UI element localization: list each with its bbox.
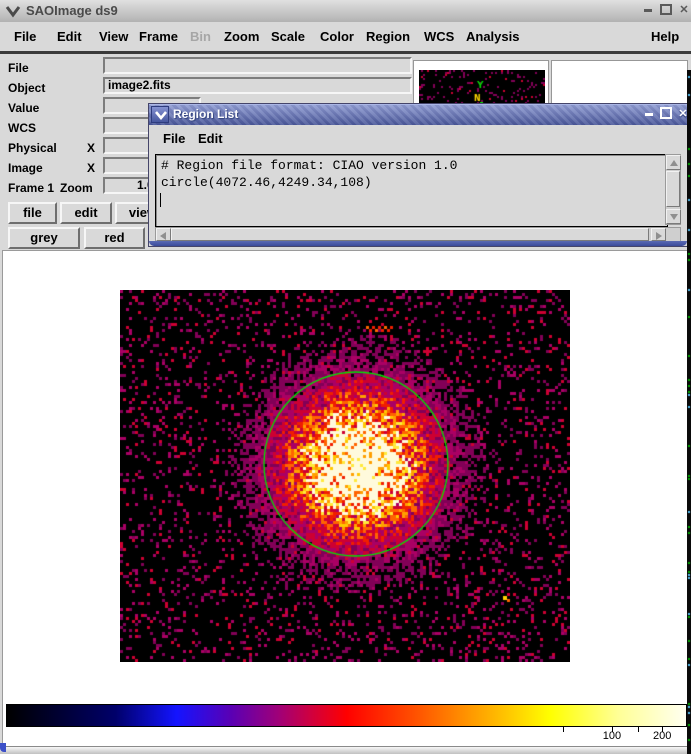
info-label-object: Object <box>8 80 45 96</box>
menu-frame[interactable]: Frame <box>139 22 178 51</box>
button-edit[interactable]: edit <box>60 202 112 224</box>
dialog-bottom-accent <box>149 241 687 246</box>
window-menu-chevron-icon[interactable] <box>5 4 21 18</box>
menu-scale[interactable]: Scale <box>271 22 305 51</box>
button-grey[interactable]: grey <box>8 227 80 249</box>
scroll-down-icon[interactable] <box>666 209 681 224</box>
colorbar-tick-label: 100 <box>603 730 621 742</box>
info-label-file: File <box>8 60 29 76</box>
colorbar-tick <box>638 727 639 732</box>
menubar: File Edit View Frame Bin Zoom Scale Colo… <box>0 22 691 54</box>
region-text-area[interactable]: # Region file format: CIAO version 1.0 c… <box>155 154 668 227</box>
minimize-button[interactable] <box>641 4 655 17</box>
file-field[interactable] <box>103 57 412 74</box>
dialog-menu-edit[interactable]: Edit <box>198 126 223 152</box>
menu-analysis[interactable]: Analysis <box>466 22 519 51</box>
menu-file[interactable]: File <box>14 22 36 51</box>
info-label-physical: Physical <box>8 140 57 156</box>
horizontal-scroll-thumb[interactable] <box>171 228 649 241</box>
dialog-minimize-button[interactable] <box>642 107 656 122</box>
button-red[interactable]: red <box>84 227 145 249</box>
display-canvas-area[interactable] <box>2 250 690 697</box>
region-line-1: # Region file format: CIAO version 1.0 <box>161 158 457 173</box>
info-label-image: Image <box>8 160 43 176</box>
window-titlebar[interactable]: SAOImage ds9 ✕ <box>0 0 691 23</box>
colorbar-tick <box>563 727 564 732</box>
text-cursor <box>160 193 161 207</box>
colorbar-widget[interactable]: 100 200 <box>2 696 690 746</box>
scroll-left-icon[interactable] <box>156 228 171 241</box>
window-title: SAOImage ds9 <box>26 3 118 18</box>
dialog-titlebar[interactable]: Region List ✕ <box>149 104 687 125</box>
menu-zoom[interactable]: Zoom <box>224 22 259 51</box>
window-bottom-edge <box>0 746 691 754</box>
ds9-main-window: SAOImage ds9 ✕ File Edit View Frame Bin … <box>0 0 691 754</box>
menu-region[interactable]: Region <box>366 22 410 51</box>
info-label-frame: Frame 1 <box>8 180 54 196</box>
info-label-value: Value <box>8 100 39 116</box>
info-label-wcs: WCS <box>8 120 36 136</box>
object-field[interactable]: image2.fits <box>103 77 412 94</box>
scroll-up-icon[interactable] <box>666 155 681 170</box>
colorbar-tick-label: 200 <box>653 730 671 742</box>
dialog-maximize-button[interactable] <box>659 107 673 122</box>
menu-edit[interactable]: Edit <box>57 22 82 51</box>
close-icon[interactable]: ✕ <box>677 4 691 17</box>
info-physical-x-label: X <box>87 140 95 156</box>
vertical-scrollbar[interactable] <box>665 154 681 225</box>
dialog-menu-file[interactable]: File <box>163 126 185 152</box>
region-list-dialog: Region List ✕ File Edit # Region file fo… <box>148 103 688 247</box>
button-file[interactable]: file <box>8 202 57 224</box>
menu-bin: Bin <box>190 22 211 51</box>
menu-help[interactable]: Help <box>651 22 679 51</box>
scroll-right-icon[interactable] <box>651 228 666 241</box>
colorbar-gradient[interactable] <box>6 704 687 727</box>
vertical-scroll-thumb[interactable] <box>666 171 680 207</box>
image-frame[interactable] <box>120 290 570 662</box>
menu-wcs[interactable]: WCS <box>424 22 454 51</box>
info-image-x-label: X <box>87 160 95 176</box>
maximize-button[interactable] <box>659 4 673 17</box>
menu-color[interactable]: Color <box>320 22 354 51</box>
horizontal-scrollbar[interactable] <box>155 227 681 242</box>
dialog-menu-chevron-icon[interactable] <box>151 106 169 123</box>
region-line-2: circle(4072.46,4249.34,108) <box>161 175 372 190</box>
dialog-title: Region List <box>173 107 238 121</box>
menu-view[interactable]: View <box>99 22 128 51</box>
background-window-sliver <box>687 70 691 754</box>
background-window-corner <box>0 743 6 752</box>
info-zoom-label: Zoom <box>60 180 93 196</box>
